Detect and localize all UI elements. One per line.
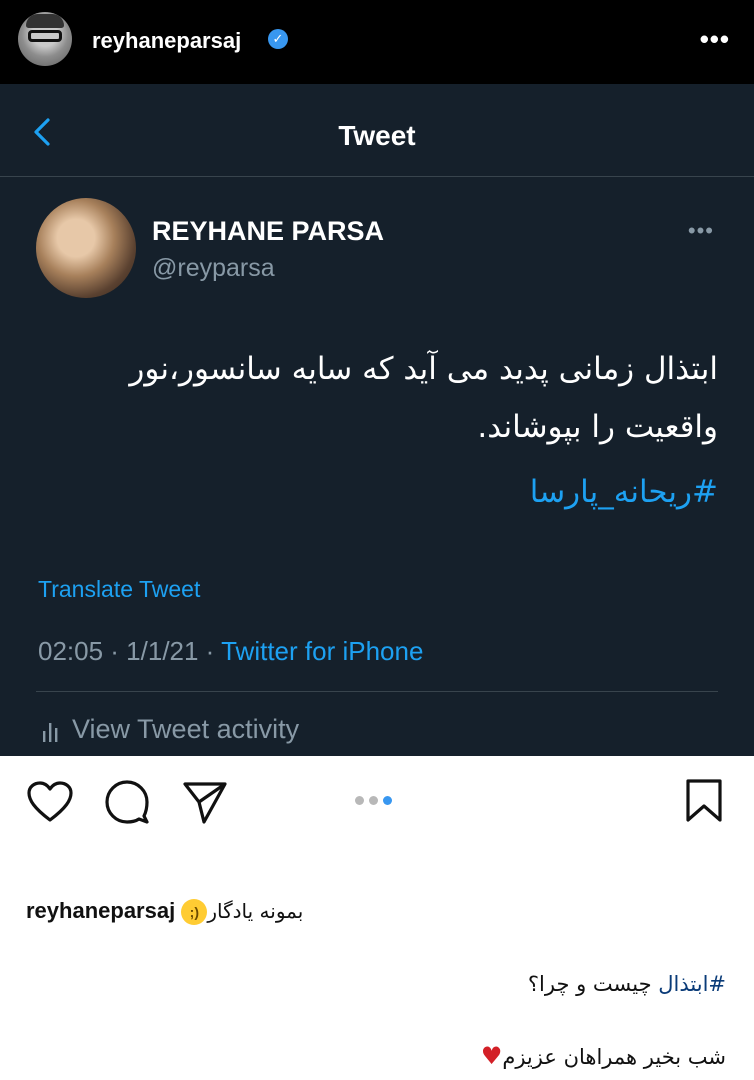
- tweet-more-icon: •••: [687, 218, 714, 243]
- tweet-author-handle: @reyparsa: [152, 254, 275, 282]
- avatar-glasses: [28, 30, 62, 42]
- like-heart-icon[interactable]: [26, 780, 74, 824]
- caption-text: بمونه یادگار: [207, 899, 304, 923]
- winking-face-icon: ;): [181, 899, 208, 926]
- carousel-dot-active: [383, 796, 392, 805]
- tweet-nav-bar: Tweet: [0, 84, 754, 177]
- carousel-indicator: [355, 792, 397, 810]
- instagram-post-header: reyhaneparsaj ✓ •••: [0, 0, 754, 84]
- post-more-options-icon[interactable]: •••: [700, 24, 730, 55]
- verified-badge-icon: ✓: [268, 29, 288, 49]
- caption-line-3-text: شب بخیر همراهان عزیزم: [502, 1045, 726, 1069]
- tweet-hashtag: #ریحانه_پارسا: [529, 474, 718, 510]
- caption-username[interactable]: reyhaneparsaj: [26, 898, 175, 923]
- caption-line-3: شب بخیر همراهان عزیزم♥: [481, 1042, 726, 1070]
- bar-chart-icon: [43, 722, 58, 742]
- comment-icon[interactable]: [104, 780, 150, 824]
- tweet-author-avatar: [36, 198, 136, 298]
- tweet-body-line: ابتذال زمانی پدید می آید که سایه سانسور،…: [129, 351, 718, 387]
- red-heart-icon: ♥: [480, 1042, 503, 1070]
- tweet-body: ابتذال زمانی پدید می آید که سایه سانسور،…: [36, 340, 718, 456]
- profile-avatar[interactable]: [18, 12, 72, 66]
- post-action-bar: [0, 756, 754, 846]
- caption-line-2: #ابتذال چیست و چرا؟: [528, 972, 726, 996]
- caption-line-2-text: چیست و چرا؟: [527, 972, 659, 996]
- save-bookmark-icon[interactable]: [684, 778, 724, 824]
- avatar-hair: [26, 14, 64, 28]
- translate-tweet-link: Translate Tweet: [38, 576, 201, 602]
- caption-hashtag[interactable]: #ابتذال: [658, 972, 726, 996]
- tweet-author-name: REYHANE PARSA: [152, 216, 385, 246]
- tweet-nav-title: Tweet: [338, 120, 416, 151]
- tweet-source: Twitter for iPhone: [221, 636, 424, 666]
- carousel-dot: [369, 796, 378, 805]
- tweet-body-line: واقعیت را بپوشاند.: [477, 409, 718, 445]
- post-caption: reyhaneparsaj ;) بمونه یادگار: [26, 898, 304, 926]
- share-send-icon[interactable]: [182, 780, 228, 824]
- tweet-meta: 02:05 · 1/1/21 · Twitter for iPhone: [38, 636, 423, 667]
- view-tweet-activity-label: View Tweet activity: [72, 714, 300, 744]
- tweet-timestamp: 02:05 · 1/1/21 ·: [38, 636, 222, 666]
- post-username[interactable]: reyhaneparsaj: [92, 28, 241, 54]
- view-tweet-activity: View Tweet activity: [42, 714, 299, 745]
- carousel-dot: [355, 796, 364, 805]
- tweet-divider: [36, 691, 718, 692]
- post-image-tweet-screenshot: Tweet REYHANE PARSA @reyparsa ••• ابتذال…: [0, 84, 754, 756]
